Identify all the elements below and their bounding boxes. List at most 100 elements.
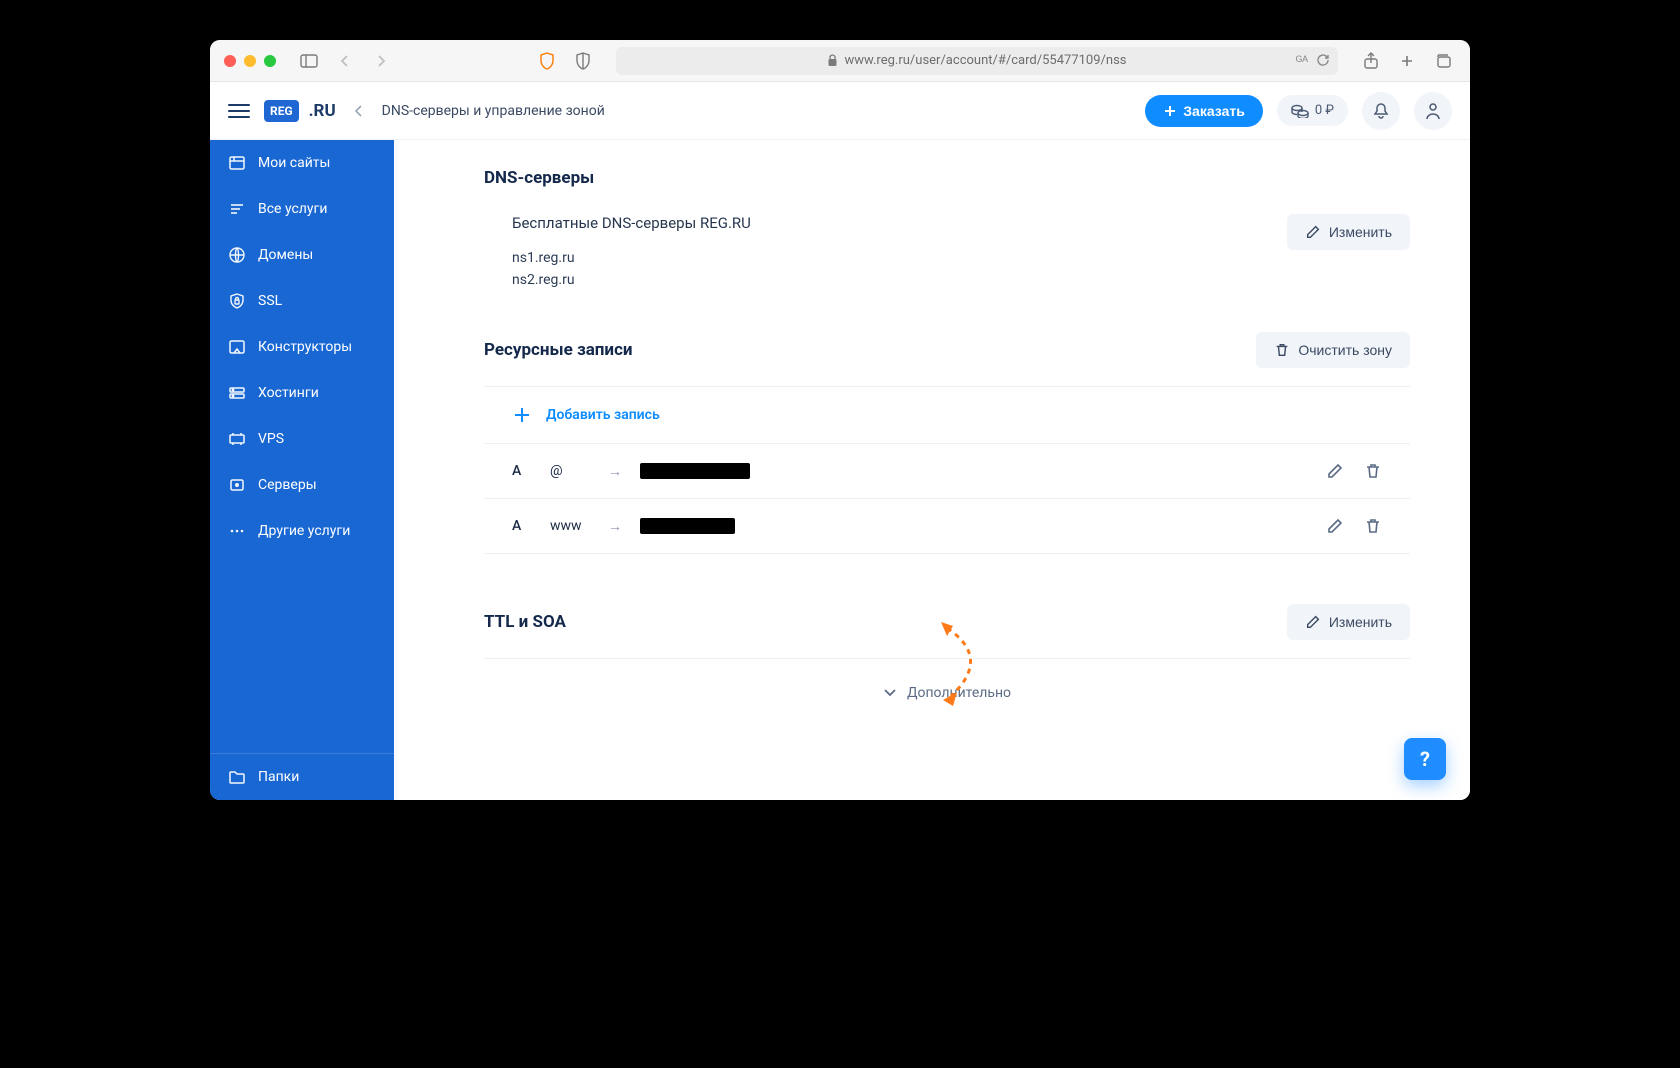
shield-half-icon[interactable] [570,49,596,73]
layout-icon [228,338,246,356]
sidebar-item-my-sites[interactable]: Мои сайты [210,140,394,186]
delete-record-icon[interactable] [1364,517,1382,535]
notifications-button[interactable] [1362,92,1400,130]
server-icon [228,476,246,494]
chevron-down-icon [883,688,897,698]
shield-orange-icon[interactable] [534,49,560,73]
arrow-icon: → [608,518,622,535]
sidebar-item-label: Папки [258,769,299,785]
order-button[interactable]: Заказать [1145,95,1263,127]
close-window-button[interactable] [224,55,236,67]
expand-label: Дополнительно [907,685,1011,701]
record-type: A [512,463,532,479]
dns-edit-label: Изменить [1329,224,1392,240]
rr-section-title: Ресурсные записи [484,340,633,360]
sidebar-item-ssl[interactable]: SSL [210,278,394,324]
pencil-icon [1305,614,1321,630]
ttl-section: TTL и SOA Изменить [484,604,1410,640]
ttl-edit-button[interactable]: Изменить [1287,604,1410,640]
breadcrumb-back-icon[interactable] [350,105,368,117]
dns-edit-button[interactable]: Изменить [1287,214,1410,250]
site-header: REG .RU DNS-серверы и управление зоной З… [210,82,1470,140]
edit-record-icon[interactable] [1326,462,1344,480]
logo-badge: REG [264,100,299,122]
sidebar: Мои сайты Все услуги Домены SSL Конструк… [210,140,394,800]
share-button[interactable] [1358,49,1384,73]
url-text: www.reg.ru/user/account/#/card/55477109/… [844,53,1126,68]
address-bar[interactable]: www.reg.ru/user/account/#/card/55477109/… [616,47,1338,75]
arrow-icon: → [608,463,622,480]
sidebar-item-label: Серверы [258,477,317,493]
sidebar-item-label: Все услуги [258,201,328,217]
nav-forward-button[interactable] [368,49,394,73]
logo-suffix: .RU [309,101,336,121]
menu-button[interactable] [228,104,250,118]
vps-icon [228,430,246,448]
clear-zone-label: Очистить зону [1298,342,1392,358]
edit-record-icon[interactable] [1326,517,1344,535]
shield-lock-icon [228,292,246,310]
record-host: @ [550,463,590,479]
record-value-redacted [640,518,735,534]
sidebar-item-services[interactable]: Все услуги [210,186,394,232]
sidebar-item-vps[interactable]: VPS [210,416,394,462]
sidebar-item-folders[interactable]: Папки [210,753,394,800]
traffic-lights [224,55,276,67]
record-value-redacted [640,463,750,479]
expand-more-button[interactable]: Дополнительно [484,658,1410,705]
browser-chrome: www.reg.ru/user/account/#/card/55477109/… [210,40,1470,82]
record-host: www [550,518,590,534]
dns-subtitle: Бесплатные DNS-серверы REG.RU [512,214,751,232]
help-label: ? [1420,747,1430,771]
sites-icon [228,154,246,172]
sidebar-item-label: Конструкторы [258,339,352,355]
sidebar-item-label: Мои сайты [258,155,330,171]
records-list: Добавить запись A @ → A www → [484,386,1410,554]
sidebar-item-domains[interactable]: Домены [210,232,394,278]
sidebar-item-hosting[interactable]: Хостинги [210,370,394,416]
translate-icon[interactable]: ᴳᴬ [1296,53,1308,69]
globe-icon [228,246,246,264]
tabs-overview-button[interactable] [1430,49,1456,73]
sidebar-item-other[interactable]: Другие услуги [210,508,394,554]
rr-header: Ресурсные записи Очистить зону [484,332,1410,368]
sidebar-item-label: VPS [258,431,284,447]
sidebar-item-builders[interactable]: Конструкторы [210,324,394,370]
user-icon [1425,102,1441,120]
trash-icon [1274,342,1290,358]
plus-icon [512,405,532,425]
nav-back-button[interactable] [332,49,358,73]
account-button[interactable] [1414,92,1452,130]
dns-section-title: DNS-серверы [484,168,1410,188]
logo[interactable]: REG .RU [264,100,336,122]
add-record-button[interactable]: Добавить запись [484,387,1410,444]
coins-icon [1291,104,1309,118]
balance-value: 0 ₽ [1315,103,1334,118]
sidebar-toggle-button[interactable] [296,49,322,73]
pencil-icon [1305,224,1321,240]
new-tab-button[interactable] [1394,49,1420,73]
sidebar-item-label: Хостинги [258,385,319,401]
bell-icon [1373,102,1389,120]
delete-record-icon[interactable] [1364,462,1382,480]
main-content: DNS-серверы Бесплатные DNS-серверы REG.R… [394,140,1470,800]
add-record-label: Добавить запись [546,407,660,423]
list-icon [228,200,246,218]
ttl-title: TTL и SOA [484,612,566,632]
record-row: A @ → [484,444,1410,499]
dots-icon [228,522,246,540]
ttl-edit-label: Изменить [1329,614,1392,630]
minimize-window-button[interactable] [244,55,256,67]
sidebar-item-servers[interactable]: Серверы [210,462,394,508]
browser-window: www.reg.ru/user/account/#/card/55477109/… [210,40,1470,800]
ns2-value: ns2.reg.ru [512,272,751,288]
maximize-window-button[interactable] [264,55,276,67]
sidebar-item-label: SSL [258,293,282,309]
folder-icon [228,768,246,786]
reload-icon[interactable] [1316,53,1330,69]
breadcrumb: DNS-серверы и управление зоной [382,103,605,119]
clear-zone-button[interactable]: Очистить зону [1256,332,1410,368]
order-button-label: Заказать [1183,103,1245,119]
help-chat-button[interactable]: ? [1404,738,1446,780]
balance-pill[interactable]: 0 ₽ [1277,95,1348,126]
